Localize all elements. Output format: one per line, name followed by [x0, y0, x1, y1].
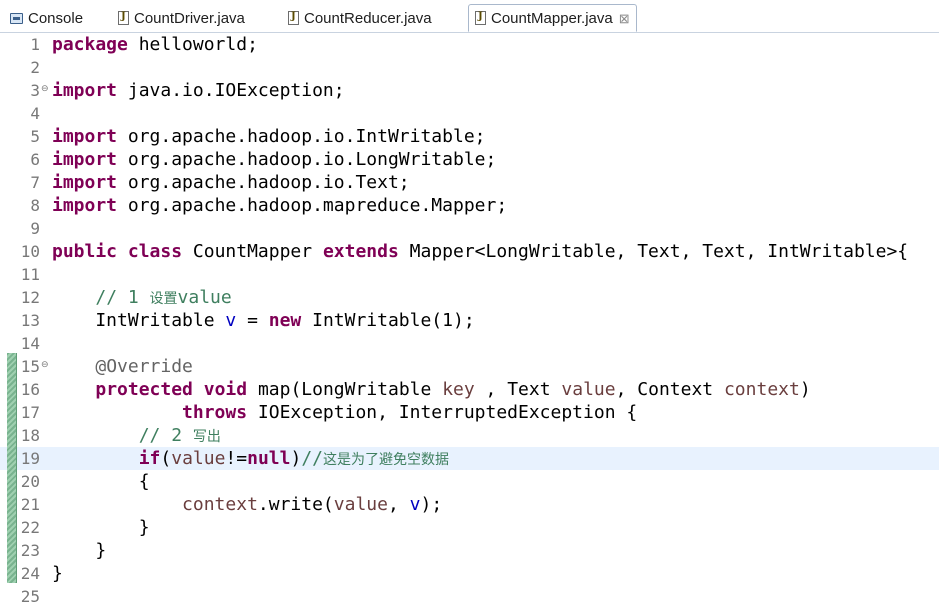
- line-number: 13: [20, 311, 40, 330]
- code-line[interactable]: 17 throws IOException, InterruptedExcept…: [0, 401, 939, 424]
- line-number: 17: [20, 403, 40, 422]
- code-line[interactable]: 25: [0, 585, 939, 608]
- tab-countreducer[interactable]: CountReducer.java: [288, 4, 432, 32]
- tab-countdriver[interactable]: CountDriver.java: [118, 4, 245, 32]
- close-tab-icon[interactable]: ⊠: [619, 12, 630, 25]
- code-line[interactable]: 22 }: [0, 516, 939, 539]
- tab-countmapper[interactable]: CountMapper.java ⊠: [468, 4, 637, 32]
- line-number: 7: [30, 173, 40, 192]
- code-line[interactable]: 1 package helloworld;: [0, 33, 939, 56]
- code-line[interactable]: 19 if(value!=null)//这是为了避免空数据: [0, 447, 939, 470]
- code-text: import java.io.IOException;: [52, 80, 345, 101]
- line-number: 22: [20, 518, 40, 537]
- tab-console[interactable]: Console: [10, 4, 83, 32]
- tab-label: CountDriver.java: [134, 9, 245, 27]
- line-number: 21: [20, 495, 40, 514]
- code-line[interactable]: 9: [0, 217, 939, 240]
- code-line[interactable]: 20 {: [0, 470, 939, 493]
- line-number: 1: [30, 35, 40, 54]
- line-number: 3: [30, 81, 40, 100]
- line-number: 6: [30, 150, 40, 169]
- change-marker: [7, 353, 17, 583]
- line-number: 24: [20, 564, 40, 583]
- line-number: 10: [20, 242, 40, 261]
- code-line[interactable]: 23 }: [0, 539, 939, 562]
- code-text: }: [52, 563, 63, 584]
- code-line[interactable]: 2: [0, 56, 939, 79]
- line-number: 18: [20, 426, 40, 445]
- java-file-icon: [288, 11, 299, 25]
- line-number: 4: [30, 104, 40, 123]
- line-number: 5: [30, 127, 40, 146]
- code-text: import org.apache.hadoop.mapreduce.Mappe…: [52, 195, 508, 216]
- line-number: 14: [20, 334, 40, 353]
- code-line[interactable]: 15 ⊖ @Override: [0, 355, 939, 378]
- code-text: import org.apache.hadoop.io.LongWritable…: [52, 149, 497, 170]
- code-line[interactable]: 11: [0, 263, 939, 286]
- code-text: import org.apache.hadoop.io.Text;: [52, 172, 410, 193]
- code-line[interactable]: 14: [0, 332, 939, 355]
- code-text: throws IOException, InterruptedException…: [182, 402, 638, 423]
- java-file-icon: [118, 11, 129, 25]
- line-number: 20: [20, 472, 40, 491]
- line-number: 2: [30, 58, 40, 77]
- java-file-icon: [475, 11, 486, 25]
- code-text: if(value!=null)//这是为了避免空数据: [138, 448, 449, 469]
- code-line[interactable]: 6 import org.apache.hadoop.io.LongWritabl…: [0, 148, 939, 171]
- code-line[interactable]: 16 protected void map(LongWritable key ,…: [0, 378, 939, 401]
- code-line[interactable]: 3 ⊖ import java.io.IOException;: [0, 79, 939, 102]
- code-text: public class CountMapper extends Mapper<…: [52, 241, 909, 262]
- line-number: 15: [20, 357, 40, 376]
- line-number: 23: [20, 541, 40, 560]
- code-text: context.write(value, v);: [182, 494, 443, 515]
- code-text: }: [52, 517, 150, 538]
- code-text: protected void map(LongWritable key , Te…: [95, 379, 811, 400]
- code-line[interactable]: 8 import org.apache.hadoop.mapreduce.Mapp…: [0, 194, 939, 217]
- code-line[interactable]: 21 context.write(value, v);: [0, 493, 939, 516]
- line-number: 25: [20, 587, 40, 606]
- tab-label: Console: [28, 9, 84, 27]
- code-line[interactable]: 13 IntWritable v = new IntWritable(1);: [0, 309, 939, 332]
- code-line[interactable]: 10 public class CountMapper extends Mappe…: [0, 240, 939, 263]
- change-ruler: [7, 33, 17, 611]
- code-line[interactable]: 24}: [0, 562, 939, 585]
- line-number: 16: [20, 380, 40, 399]
- code-text: {: [52, 471, 150, 492]
- tab-label: CountReducer.java: [304, 9, 432, 27]
- code-line[interactable]: 7 import org.apache.hadoop.io.Text;: [0, 171, 939, 194]
- code-text: import org.apache.hadoop.io.IntWritable;: [52, 126, 486, 147]
- code-line[interactable]: 4: [0, 102, 939, 125]
- code-text: // 1 设置value: [95, 287, 232, 308]
- tab-label: CountMapper.java: [491, 9, 613, 27]
- code-text: package helloworld;: [52, 34, 258, 55]
- console-icon: [10, 12, 23, 24]
- editor-tab-bar: Console CountDriver.java CountReducer.ja…: [0, 0, 939, 33]
- code-editor[interactable]: 1 package helloworld; 2 3 ⊖ import java.io.IO…: [0, 33, 939, 611]
- code-text: // 2 写出: [138, 425, 221, 446]
- code-line[interactable]: 12 // 1 设置value: [0, 286, 939, 309]
- code-text: }: [52, 540, 107, 561]
- line-number: 11: [20, 265, 40, 284]
- line-number: 9: [30, 219, 40, 238]
- code-line[interactable]: 18 // 2 写出: [0, 424, 939, 447]
- fold-collapse-icon[interactable]: ⊖: [41, 360, 49, 370]
- line-number: 12: [20, 288, 40, 307]
- code-text: @Override: [95, 356, 193, 377]
- fold-collapse-icon[interactable]: ⊖: [41, 84, 49, 94]
- line-number: 8: [30, 196, 40, 215]
- line-number: 19: [20, 449, 40, 468]
- code-text: IntWritable v = new IntWritable(1);: [52, 310, 475, 331]
- code-line[interactable]: 5 import org.apache.hadoop.io.IntWritable…: [0, 125, 939, 148]
